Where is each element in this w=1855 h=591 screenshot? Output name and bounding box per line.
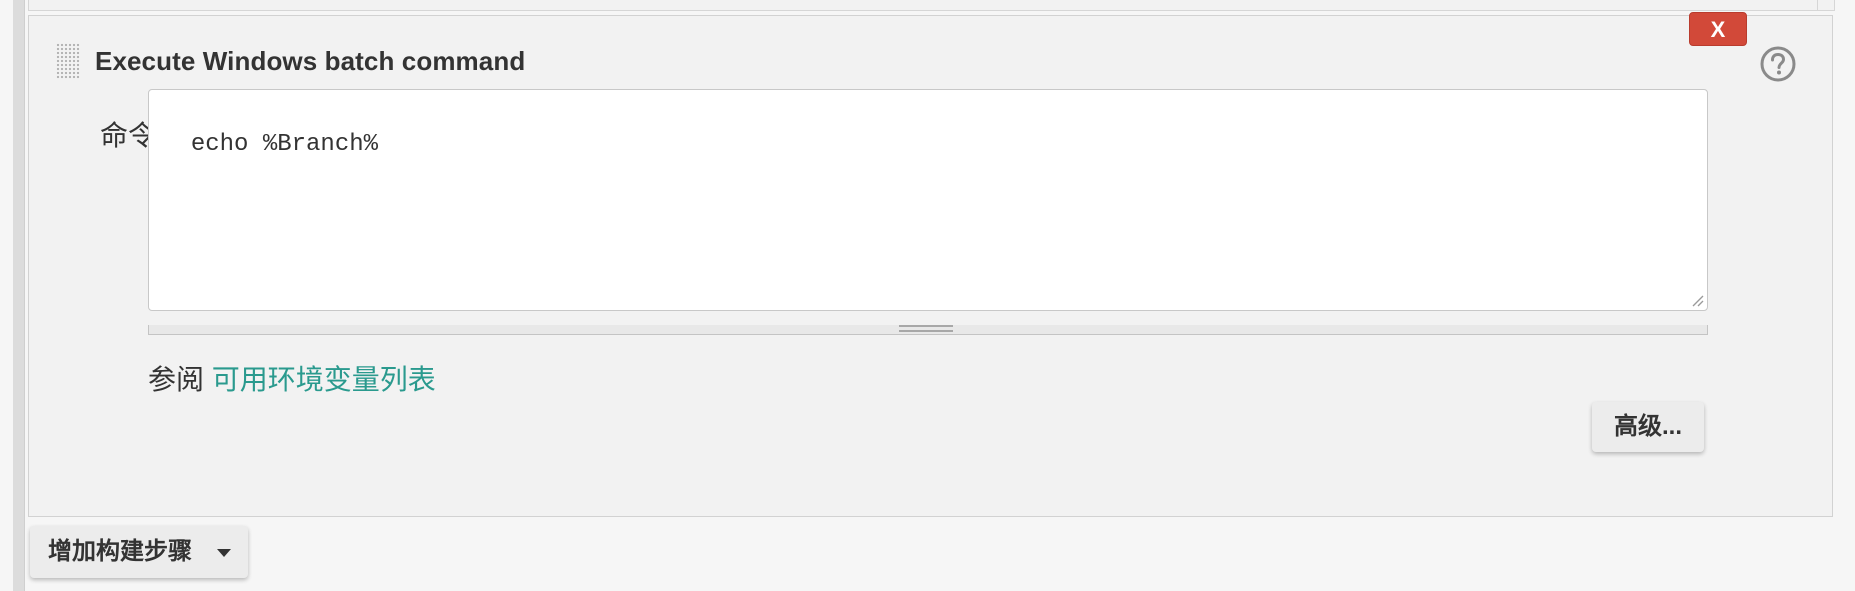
delete-step-button[interactable]: X	[1689, 12, 1747, 46]
advanced-button[interactable]: 高级...	[1592, 402, 1704, 452]
env-vars-link[interactable]: 可用环境变量列表	[212, 364, 436, 395]
previous-step-divider	[1817, 0, 1818, 10]
command-textarea[interactable]: echo %Branch%	[148, 89, 1708, 311]
add-build-step-button[interactable]: 增加构建步骤	[30, 526, 248, 578]
resize-corner-icon[interactable]	[1690, 293, 1704, 307]
caret-down-icon	[217, 549, 231, 557]
command-text: echo %Branch%	[190, 131, 379, 158]
left-rail	[13, 0, 25, 591]
see-also-line: 参阅 可用环境变量列表	[148, 358, 436, 398]
previous-build-step	[28, 0, 1835, 11]
drag-handle-icon[interactable]	[56, 43, 80, 79]
question-circle-icon[interactable]	[1759, 45, 1797, 83]
add-build-step-label: 增加构建步骤	[48, 538, 192, 565]
see-also-prefix: 参阅	[148, 364, 205, 395]
textarea-resize-bar[interactable]	[148, 325, 1708, 335]
step-title: Execute Windows batch command	[95, 46, 526, 76]
resize-grip-icon[interactable]	[899, 325, 953, 332]
